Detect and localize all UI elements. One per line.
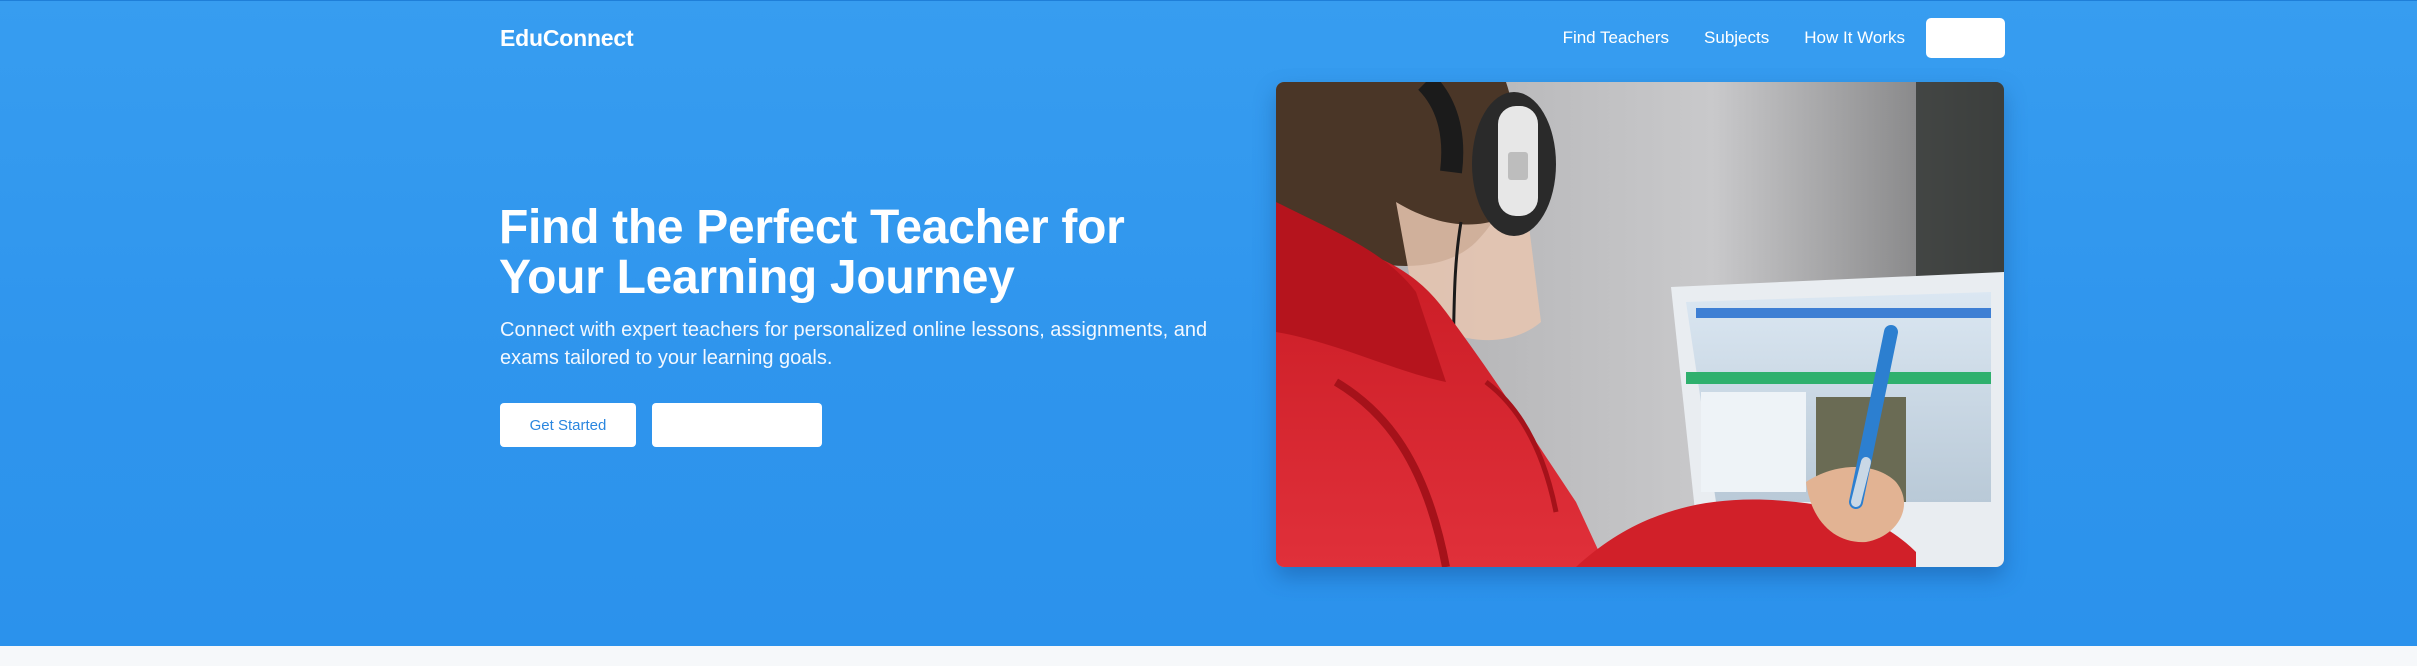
student-with-headphones-illustration	[1276, 82, 2004, 567]
hero-headline-line2: Your Learning Journey	[499, 251, 1015, 304]
hero-image	[1276, 82, 2004, 567]
hero-headline: Find the Perfect Teacher for Your Learni…	[499, 203, 1219, 303]
hero-section: EduConnect Find Teachers Subjects How It…	[0, 0, 2417, 646]
get-started-button[interactable]: Get Started	[500, 403, 636, 447]
brand-logo[interactable]: EduConnect	[500, 25, 634, 52]
main-nav: Find Teachers Subjects How It Works	[1563, 18, 2005, 58]
nav-cta-button[interactable]	[1926, 18, 2005, 58]
nav-link-subjects[interactable]: Subjects	[1704, 28, 1769, 48]
next-section-edge	[0, 646, 2417, 666]
nav-link-how-it-works[interactable]: How It Works	[1804, 28, 1905, 48]
hero-subtitle: Connect with expert teachers for persona…	[500, 319, 1208, 369]
nav-link-find-teachers[interactable]: Find Teachers	[1563, 28, 1669, 48]
secondary-button[interactable]	[652, 403, 822, 447]
hero-headline-line1: Find the Perfect Teacher for	[499, 201, 1125, 254]
